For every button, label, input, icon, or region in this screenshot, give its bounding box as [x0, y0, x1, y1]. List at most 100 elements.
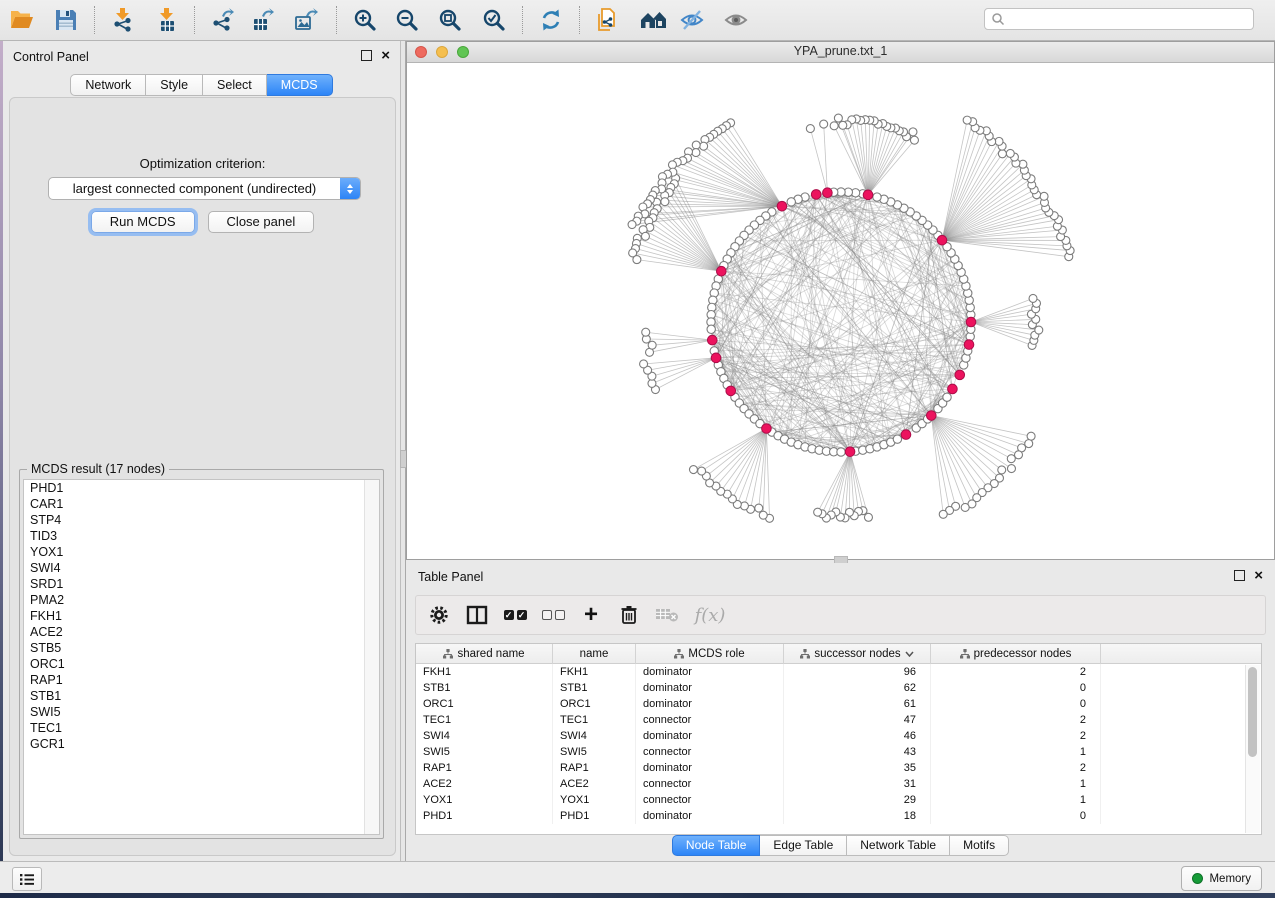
close-panel-icon[interactable]: ×: [1254, 570, 1263, 581]
tab-select[interactable]: Select: [203, 74, 267, 96]
mcds-result-item[interactable]: FKH1: [24, 608, 379, 624]
table-cell: YOX1: [416, 792, 553, 808]
search-input[interactable]: [984, 8, 1254, 30]
table-scrollbar-thumb[interactable]: [1248, 667, 1257, 757]
mcds-result-item[interactable]: RAP1: [24, 672, 379, 688]
control-panel-header: Control Panel ×: [3, 41, 400, 71]
search-field[interactable]: [1005, 11, 1253, 27]
table-row[interactable]: ORC1ORC1dominator610: [416, 696, 1261, 712]
table-cell: TEC1: [553, 712, 636, 728]
network-canvas[interactable]: [407, 62, 1274, 559]
tab-mcds[interactable]: MCDS: [267, 74, 333, 96]
mcds-result-item[interactable]: PMA2: [24, 592, 379, 608]
zoom-out-icon[interactable]: [390, 4, 424, 36]
tab-style[interactable]: Style: [146, 74, 203, 96]
task-history-button[interactable]: [12, 867, 42, 891]
show-hide-columns-icon[interactable]: [462, 600, 492, 630]
network-window-title: YPA_prune.txt_1: [407, 42, 1274, 61]
table-cell: 0: [931, 696, 1101, 712]
close-window-icon[interactable]: [415, 46, 427, 58]
table-row[interactable]: STB1STB1dominator620: [416, 680, 1261, 696]
mcds-result-item[interactable]: SRD1: [24, 576, 379, 592]
mcds-result-item[interactable]: STB5: [24, 640, 379, 656]
toolbar-separator: [579, 6, 580, 34]
mcds-result-item[interactable]: YOX1: [24, 544, 379, 560]
node-table-body: FKH1FKH1dominator962STB1STB1dominator620…: [416, 664, 1261, 824]
mcds-result-item[interactable]: SWI5: [24, 704, 379, 720]
table-cell: dominator: [636, 808, 784, 824]
mcds-result-item[interactable]: TEC1: [24, 720, 379, 736]
export-network-icon[interactable]: [206, 4, 240, 36]
maximize-window-icon[interactable]: [457, 46, 469, 58]
tree-icon: [443, 649, 453, 659]
deselect-all-icon[interactable]: [538, 600, 568, 630]
mcds-result-item[interactable]: STP4: [24, 512, 379, 528]
zoom-fit-icon[interactable]: [433, 4, 467, 36]
table-row[interactable]: SWI5SWI5connector431: [416, 744, 1261, 760]
table-cell: SWI5: [416, 744, 553, 760]
table-row[interactable]: RAP1RAP1dominator352: [416, 760, 1261, 776]
column-header-predecessor-nodes[interactable]: predecessor nodes: [931, 644, 1101, 664]
network-window-titlebar[interactable]: YPA_prune.txt_1: [407, 42, 1274, 63]
table-mode-gear-icon[interactable]: [424, 600, 454, 630]
open-session-icon[interactable]: [5, 4, 39, 36]
zoom-selected-icon[interactable]: [477, 4, 511, 36]
table-row[interactable]: FKH1FKH1dominator962: [416, 664, 1261, 680]
table-row[interactable]: PHD1PHD1dominator180: [416, 808, 1261, 824]
mcds-result-list[interactable]: PHD1CAR1STP4TID3YOX1SWI4SRD1PMA2FKH1ACE2…: [23, 479, 380, 835]
close-panel-button[interactable]: Close panel: [208, 211, 315, 233]
save-session-icon[interactable]: [49, 4, 83, 36]
tab-edge-table[interactable]: Edge Table: [760, 835, 847, 856]
export-table-icon[interactable]: [246, 4, 280, 36]
memory-status-icon: [1192, 873, 1203, 884]
table-row[interactable]: TEC1TEC1connector472: [416, 712, 1261, 728]
mcds-list-scrollbar[interactable]: [364, 480, 379, 834]
table-cell: connector: [636, 776, 784, 792]
criterion-dropdown[interactable]: largest connected component (undirected): [48, 177, 361, 200]
mcds-result-item[interactable]: SWI4: [24, 560, 379, 576]
float-panel-icon[interactable]: [361, 50, 372, 61]
mcds-result-item[interactable]: PHD1: [24, 480, 379, 496]
show-graphics-details-icon[interactable]: [719, 4, 753, 36]
select-all-icon[interactable]: ✓✓: [500, 600, 530, 630]
import-network-icon[interactable]: [106, 4, 140, 36]
float-panel-icon[interactable]: [1234, 570, 1245, 581]
refresh-layout-icon[interactable]: [534, 4, 568, 36]
export-image-icon[interactable]: [289, 4, 323, 36]
tab-node-table[interactable]: Node Table: [672, 835, 761, 856]
table-row[interactable]: SWI4SWI4dominator462: [416, 728, 1261, 744]
table-scrollbar[interactable]: [1245, 665, 1260, 833]
table-panel: Table Panel × ✓✓ +: [406, 563, 1275, 858]
hide-graphics-details-icon[interactable]: [675, 4, 709, 36]
import-table-icon[interactable]: [150, 4, 184, 36]
desktop-wallpaper-bottom: [0, 893, 1275, 898]
memory-button[interactable]: Memory: [1181, 866, 1262, 891]
run-mcds-button[interactable]: Run MCDS: [91, 211, 195, 233]
table-cell: RAP1: [416, 760, 553, 776]
column-header-shared-name[interactable]: shared name: [416, 644, 553, 664]
home-views-icon[interactable]: [637, 4, 671, 36]
tab-network[interactable]: Network: [70, 74, 146, 96]
table-row[interactable]: ACE2ACE2connector311: [416, 776, 1261, 792]
column-header-MCDS-role[interactable]: MCDS role: [636, 644, 784, 664]
mcds-result-item[interactable]: STB1: [24, 688, 379, 704]
delete-column-icon[interactable]: [614, 600, 644, 630]
duplicate-network-icon[interactable]: [590, 4, 624, 36]
zoom-in-icon[interactable]: [348, 4, 382, 36]
mcds-result-item[interactable]: GCR1: [24, 736, 379, 752]
tab-motifs[interactable]: Motifs: [950, 835, 1009, 856]
column-header-successor-nodes[interactable]: successor nodes: [784, 644, 931, 664]
function-builder-icon[interactable]: f(x): [690, 600, 730, 630]
mcds-result-item[interactable]: ORC1: [24, 656, 379, 672]
column-header-name[interactable]: name: [553, 644, 636, 664]
toolbar-separator: [522, 6, 523, 34]
create-column-icon[interactable]: +: [576, 600, 606, 630]
mcds-result-item[interactable]: CAR1: [24, 496, 379, 512]
mcds-result-item[interactable]: ACE2: [24, 624, 379, 640]
tab-network-table[interactable]: Network Table: [847, 835, 950, 856]
minimize-window-icon[interactable]: [436, 46, 448, 58]
mcds-result-item[interactable]: TID3: [24, 528, 379, 544]
delete-table-icon[interactable]: [652, 600, 682, 630]
table-row[interactable]: YOX1YOX1connector291: [416, 792, 1261, 808]
close-panel-icon[interactable]: ×: [381, 50, 390, 61]
